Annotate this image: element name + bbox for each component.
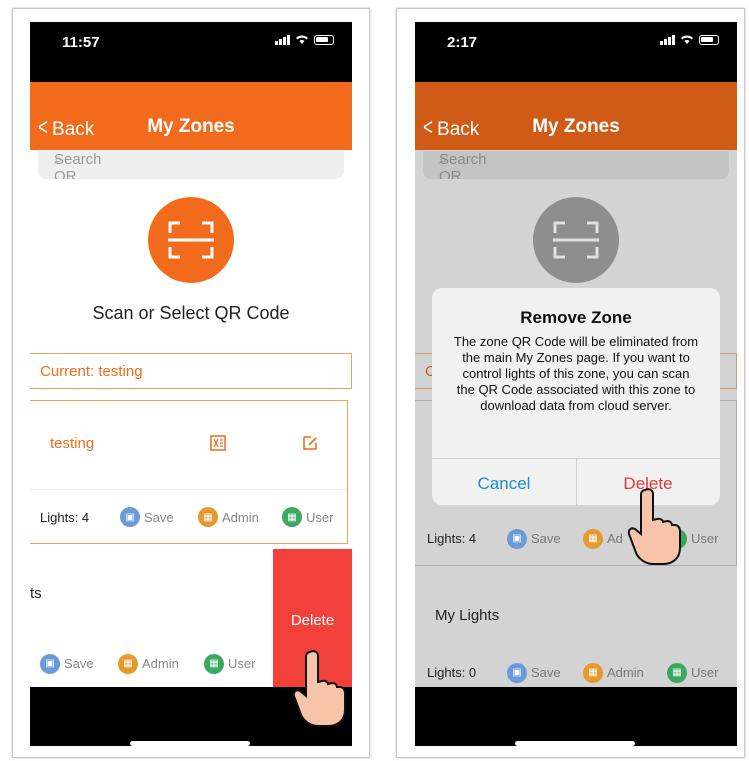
pointing-hand-icon: [292, 650, 346, 727]
status-bar: 11:57: [30, 22, 352, 82]
admin-label: Ad: [607, 531, 623, 546]
save-icon: ▣: [40, 653, 60, 674]
save-icon: ▣: [120, 507, 140, 527]
search-input[interactable]: ⌕ Search QR Code name: [38, 151, 344, 179]
admin-button[interactable]: ▦ Admin: [583, 662, 644, 683]
user-label: User: [306, 509, 334, 525]
admin-qr-icon: ▦: [198, 507, 218, 527]
home-indicator: [130, 741, 250, 746]
zone-row-my-lights[interactable]: My Lights Lights: 0 ▣ Save ▦ Admin ▦ User: [415, 575, 737, 687]
save-button[interactable]: ▣ Save: [507, 528, 561, 549]
save-label: Save: [64, 656, 94, 671]
zone-name: ts: [30, 585, 42, 602]
status-bar: 2:17: [415, 22, 737, 82]
user-label: User: [228, 656, 256, 671]
user-qr-icon: ▦: [282, 507, 302, 527]
qr-scan-icon: [168, 221, 214, 259]
save-icon: ▣: [507, 662, 527, 683]
pointing-hand-icon: [627, 488, 681, 565]
admin-qr-icon: ▦: [118, 653, 138, 674]
scan-qr-button[interactable]: [148, 197, 234, 283]
page-title: My Zones: [147, 116, 235, 137]
dialog-title: Remove Zone: [520, 308, 632, 327]
current-zone-bar: Current: testing: [30, 353, 352, 389]
save-button[interactable]: ▣ Save: [120, 507, 174, 527]
admin-label: Admin: [222, 509, 259, 525]
zone-card-actions: Lights: 4 ▣ Save ▦ Ad ▦ User: [415, 511, 736, 566]
admin-button[interactable]: ▦ Admin: [198, 507, 259, 527]
user-label: User: [691, 531, 719, 546]
search-placeholder: Search QR Code name: [439, 151, 487, 179]
signal-icon: [660, 34, 675, 45]
bottom-bar: [415, 687, 737, 746]
search-input[interactable]: ⌕ Search QR Code name: [423, 151, 729, 179]
save-label: Save: [144, 509, 174, 525]
save-label: Save: [531, 531, 561, 546]
save-button[interactable]: ▣ Save: [507, 662, 561, 683]
signal-icon: [275, 34, 290, 45]
zone-card-actions: Lights: 4 ▣ Save ▦ Admin ▦ User: [30, 489, 347, 544]
scan-label: Scan or Select QR Code: [92, 303, 290, 323]
lights-count: Lights: 4: [40, 509, 90, 525]
status-icons: [660, 34, 719, 45]
save-button[interactable]: ▣ Save: [40, 653, 94, 674]
swiped-row-actions: ▣ Save ▦ Admin ▦ User: [30, 636, 273, 691]
nav-bar: < Back My Zones: [415, 82, 737, 150]
nav-bar: < Back My Zones: [30, 82, 352, 150]
battery-icon: [699, 34, 719, 45]
swiped-zone-row[interactable]: ts ▣ Save ▦ Admin ▦ User: [30, 549, 273, 687]
right-phone: 2:17 <Back My Zones ⌕ Search QR Code nam…: [415, 22, 737, 746]
admin-button[interactable]: ▦ Admin: [118, 653, 179, 674]
cancel-button[interactable]: Cancel: [432, 474, 576, 494]
admin-button[interactable]: ▦ Ad: [583, 528, 623, 549]
status-icons: [275, 34, 334, 45]
user-qr-icon: ▦: [204, 653, 224, 674]
page-title: My Zones: [532, 116, 620, 137]
qr-scan-icon: [553, 221, 599, 259]
zone-card[interactable]: testing Lights: 4 ▣ Save ▦ Admin ▦ User: [30, 400, 348, 544]
battery-icon: [314, 34, 334, 45]
search-placeholder: Search QR Code name: [54, 151, 102, 179]
left-phone: 11:57 <Back My Zones ⌕ Search QR Code na…: [30, 22, 352, 746]
user-button[interactable]: ▦ User: [204, 653, 256, 674]
admin-qr-icon: ▦: [583, 528, 603, 549]
excel-icon[interactable]: [209, 434, 227, 452]
admin-label: Admin: [142, 656, 179, 671]
status-time: 11:57: [62, 34, 100, 51]
wifi-icon: [296, 35, 308, 44]
admin-qr-icon: ▦: [583, 662, 603, 683]
admin-label: Admin: [607, 665, 644, 680]
home-indicator: [515, 741, 635, 746]
save-label: Save: [531, 665, 561, 680]
user-qr-icon: ▦: [667, 662, 687, 683]
save-icon: ▣: [507, 528, 527, 549]
current-zone-label: Current: testing: [40, 363, 143, 380]
scan-qr-button[interactable]: [533, 197, 619, 283]
wifi-icon: [681, 35, 693, 44]
lights-count: Lights: 0: [427, 665, 477, 680]
delete-label: Delete: [290, 612, 335, 629]
dialog-message: The zone QR Code will be eliminated from…: [453, 334, 699, 413]
zone-name: testing: [50, 435, 95, 452]
status-time: 2:17: [447, 34, 478, 51]
zone-name: My Lights: [435, 607, 500, 624]
edit-icon[interactable]: [302, 435, 318, 451]
user-button[interactable]: ▦ User: [667, 662, 719, 683]
user-button[interactable]: ▦User: [282, 507, 333, 527]
remove-zone-dialog: Remove Zone The zone QR Code will be eli…: [432, 288, 720, 505]
lights-count: Lights: 4: [427, 531, 477, 546]
user-label: User: [691, 665, 719, 680]
